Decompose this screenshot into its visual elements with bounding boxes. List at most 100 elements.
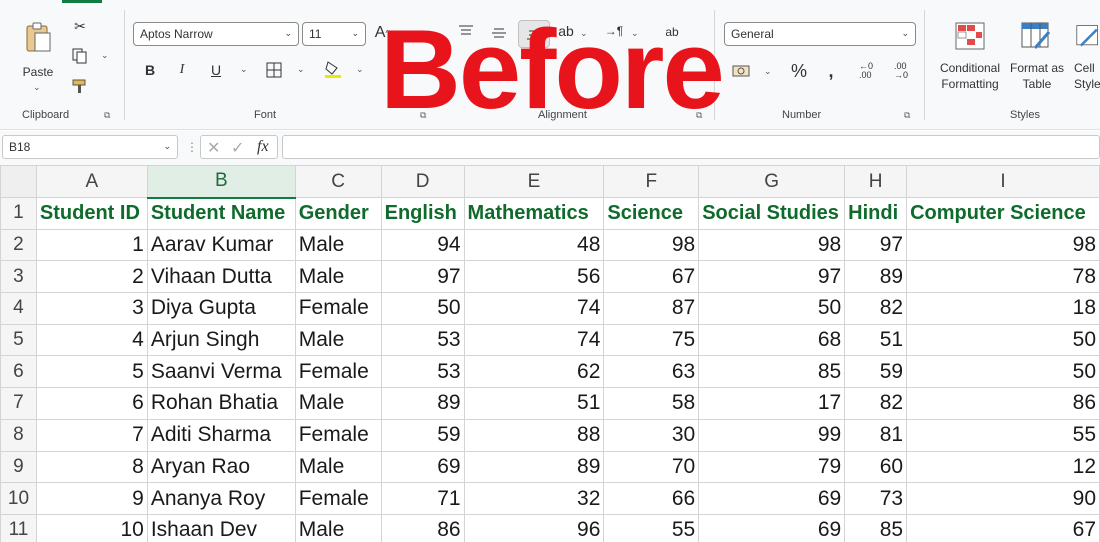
- cell[interactable]: Male: [294, 450, 382, 484]
- cell[interactable]: Male: [294, 323, 382, 357]
- decrease-decimal-icon[interactable]: .00 →0: [890, 60, 912, 82]
- header-cell[interactable]: Mathematics: [463, 197, 605, 230]
- cell[interactable]: 60: [844, 450, 908, 484]
- cell[interactable]: 32: [463, 482, 605, 515]
- format-as-table-icon[interactable]: [1020, 20, 1052, 52]
- accounting-format-icon[interactable]: [730, 62, 752, 80]
- cell[interactable]: 81: [844, 418, 908, 452]
- cell[interactable]: Diya Gupta: [146, 292, 296, 325]
- cell[interactable]: 71: [380, 482, 465, 515]
- increase-decimal-icon[interactable]: ←0.00: [855, 60, 877, 82]
- column-header-e[interactable]: E: [463, 165, 605, 198]
- cell[interactable]: Female: [294, 418, 382, 452]
- cell[interactable]: Aarav Kumar: [146, 228, 296, 262]
- cell[interactable]: 55: [906, 418, 1100, 452]
- number-launcher-icon[interactable]: ⧉: [904, 110, 910, 121]
- cell[interactable]: Ananya Roy: [146, 482, 296, 515]
- column-header-f[interactable]: F: [603, 165, 700, 198]
- paste-dropdown-icon[interactable]: ⌄: [33, 82, 41, 93]
- cell[interactable]: 70: [603, 450, 700, 484]
- cell[interactable]: 69: [698, 482, 846, 515]
- cell[interactable]: 99: [698, 418, 846, 452]
- conditional-formatting-icon[interactable]: [954, 20, 986, 52]
- cell[interactable]: 94: [380, 228, 465, 262]
- cell[interactable]: Aditi Sharma: [146, 418, 296, 452]
- cell[interactable]: 3: [35, 292, 148, 325]
- cell[interactable]: 86: [906, 387, 1100, 420]
- cell[interactable]: 5: [35, 355, 148, 389]
- cell[interactable]: Female: [294, 355, 382, 389]
- comma-style-icon[interactable]: ,: [824, 60, 838, 82]
- cell[interactable]: 79: [698, 450, 846, 484]
- accounting-dropdown-icon[interactable]: ⌄: [764, 66, 772, 77]
- format-painter-icon[interactable]: [70, 76, 90, 96]
- cell[interactable]: Vihaan Dutta: [146, 260, 296, 294]
- column-header-g[interactable]: G: [698, 165, 846, 198]
- row-header[interactable]: 3: [0, 260, 37, 294]
- cell[interactable]: 9: [35, 482, 148, 515]
- cell-styles-line2[interactable]: Styles: [1074, 76, 1100, 92]
- cell[interactable]: 98: [698, 228, 846, 262]
- cell[interactable]: 67: [603, 260, 700, 294]
- cell[interactable]: Male: [294, 260, 382, 294]
- cell[interactable]: 66: [603, 482, 700, 515]
- cell[interactable]: Aryan Rao: [146, 450, 296, 484]
- copy-icon[interactable]: [70, 46, 90, 66]
- font-size-select[interactable]: 11 ⌄: [302, 22, 366, 46]
- row-header[interactable]: 7: [0, 387, 37, 420]
- cell[interactable]: 97: [698, 260, 846, 294]
- row-header[interactable]: 6: [0, 355, 37, 389]
- cell[interactable]: 10: [35, 513, 148, 542]
- cell[interactable]: 74: [463, 292, 605, 325]
- cell[interactable]: Arjun Singh: [146, 323, 296, 357]
- row-header[interactable]: 9: [0, 450, 37, 484]
- cell[interactable]: 85: [698, 355, 846, 389]
- cell[interactable]: 86: [380, 513, 465, 542]
- cell[interactable]: 30: [603, 418, 700, 452]
- cell-styles-icon[interactable]: [1076, 20, 1100, 52]
- percent-style-icon[interactable]: %: [788, 60, 810, 82]
- column-header-c[interactable]: C: [294, 165, 382, 198]
- underline-dropdown-icon[interactable]: ⌄: [240, 64, 248, 75]
- row-header[interactable]: 8: [0, 418, 37, 452]
- conditional-formatting-line2[interactable]: Formatting: [934, 76, 1006, 92]
- cell[interactable]: 97: [844, 228, 908, 262]
- cell[interactable]: 59: [380, 418, 465, 452]
- cell-styles-line1[interactable]: Cell: [1074, 60, 1100, 76]
- cell[interactable]: 98: [906, 228, 1100, 262]
- column-header-h[interactable]: H: [844, 165, 908, 198]
- cell[interactable]: 59: [844, 355, 908, 389]
- cell[interactable]: Saanvi Verma: [146, 355, 296, 389]
- cell[interactable]: Female: [294, 482, 382, 515]
- row-header[interactable]: 10: [0, 482, 37, 515]
- borders-dropdown-icon[interactable]: ⌄: [297, 64, 305, 75]
- cell[interactable]: 6: [35, 387, 148, 420]
- cell[interactable]: 68: [698, 323, 846, 357]
- cell[interactable]: 90: [906, 482, 1100, 515]
- header-cell[interactable]: Student Name: [146, 197, 296, 230]
- cell[interactable]: 56: [463, 260, 605, 294]
- header-cell[interactable]: Student ID: [35, 197, 148, 230]
- cell[interactable]: 73: [844, 482, 908, 515]
- cell[interactable]: 85: [844, 513, 908, 542]
- cell[interactable]: 4: [35, 323, 148, 357]
- cell[interactable]: 53: [380, 323, 465, 357]
- conditional-formatting-line1[interactable]: Conditional: [934, 60, 1006, 76]
- cell[interactable]: 69: [380, 450, 465, 484]
- number-format-select[interactable]: General ⌄: [724, 22, 916, 46]
- format-as-table-line1[interactable]: Format as: [1006, 60, 1068, 76]
- cell[interactable]: 8: [35, 450, 148, 484]
- font-name-select[interactable]: Aptos Narrow ⌄: [133, 22, 299, 46]
- header-cell[interactable]: Social Studies: [698, 197, 846, 230]
- more-icon[interactable]: ⋮: [186, 140, 198, 154]
- cell[interactable]: 67: [906, 513, 1100, 542]
- cell[interactable]: 98: [603, 228, 700, 262]
- cell[interactable]: 75: [603, 323, 700, 357]
- cancel-icon[interactable]: ✕: [207, 138, 220, 158]
- enter-icon[interactable]: ✓: [231, 138, 244, 158]
- cell[interactable]: 53: [380, 355, 465, 389]
- cell[interactable]: 69: [698, 513, 846, 542]
- italic-icon[interactable]: I: [172, 60, 192, 80]
- cell[interactable]: 2: [35, 260, 148, 294]
- fill-color-dropdown-icon[interactable]: ⌄: [356, 64, 364, 75]
